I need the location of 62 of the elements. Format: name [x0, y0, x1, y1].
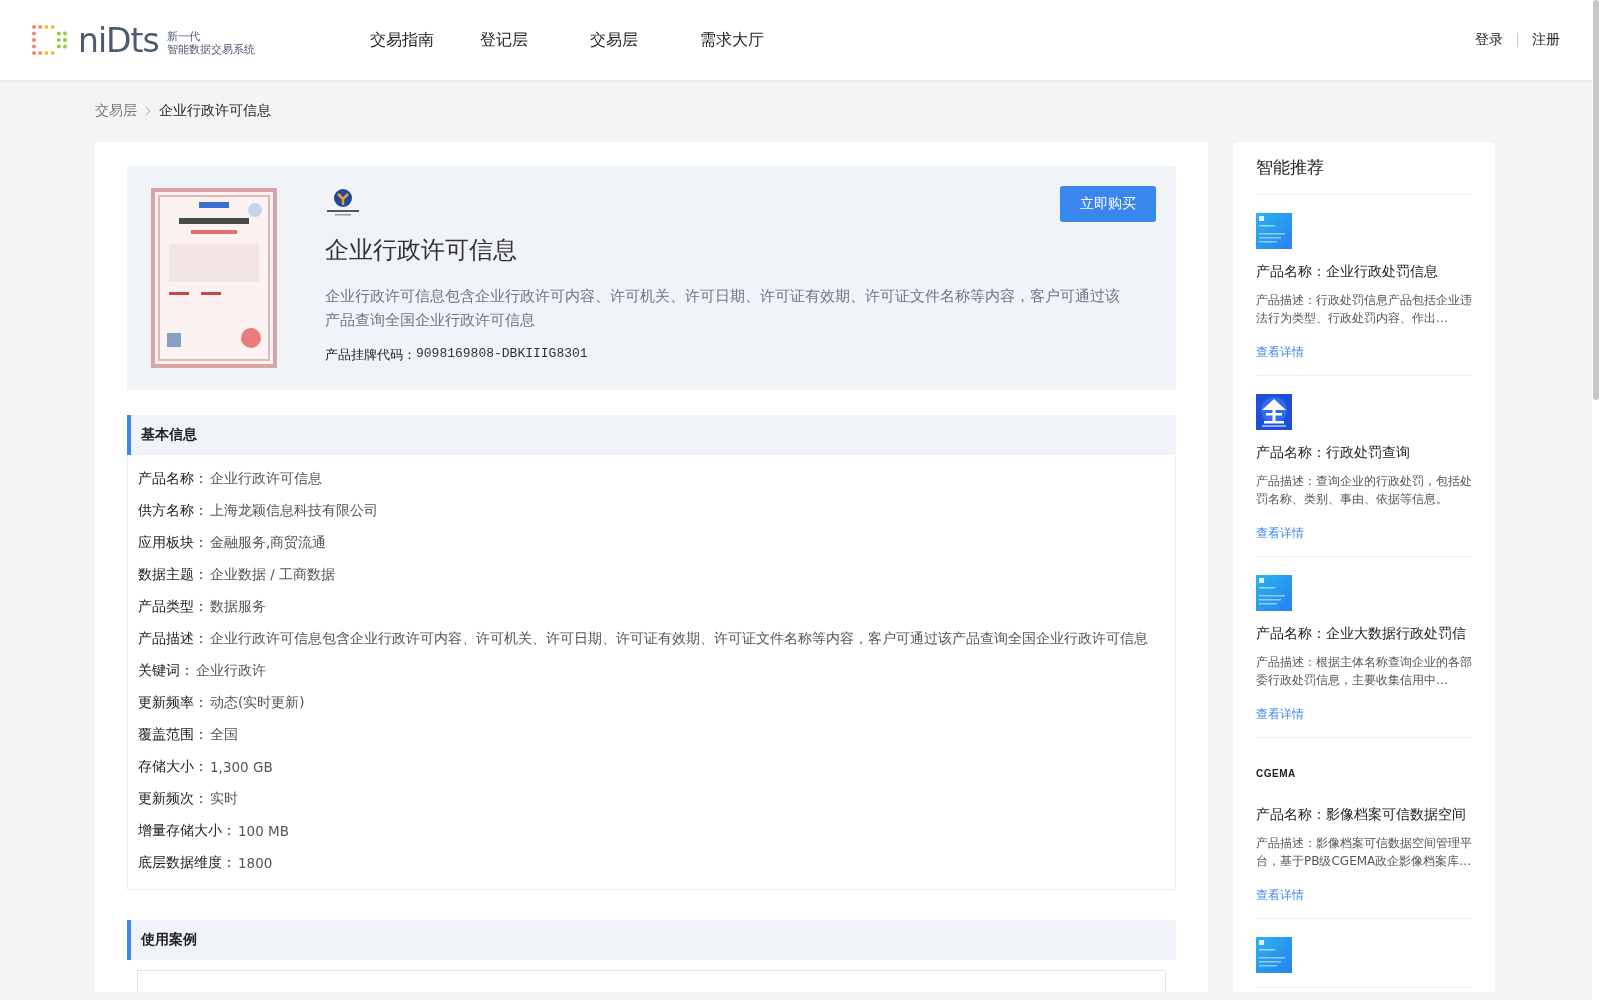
nav-link[interactable]: 登记层 — [480, 29, 590, 51]
code-value: 9098169808-DBKIIIG8301 — [416, 346, 588, 363]
field-label: 更新频次： — [138, 790, 208, 808]
field-value: 企业行政许 — [196, 662, 266, 680]
scrollbar-thumb[interactable] — [1593, 0, 1599, 400]
section-title: 使用案例 — [141, 931, 197, 949]
company-logo-icon — [325, 188, 361, 216]
details-link[interactable]: 查看详情 — [1256, 345, 1304, 359]
details-link[interactable]: 查看详情 — [1256, 707, 1304, 721]
field-label: 底层数据维度： — [138, 854, 236, 872]
field-value: 企业数据 / 工商数据 — [210, 566, 336, 584]
field-label: 覆盖范围： — [138, 726, 208, 744]
field-value: 全国 — [210, 726, 238, 744]
nav-link[interactable]: 交易指南 — [370, 29, 480, 51]
field-label: 增量存储大小： — [138, 822, 236, 840]
product-name: 产品名称：影像档案可信数据空间 — [1256, 806, 1466, 824]
field-value: 企业行政许可信息 — [210, 470, 322, 488]
buy-button[interactable]: 立即购买 — [1060, 186, 1156, 222]
field-label: 关键词： — [138, 662, 194, 680]
nav-link[interactable]: 需求大厅 — [700, 29, 810, 51]
product-name: 产品名称：行政处罚查询 — [1256, 444, 1410, 462]
logo-tagline: 新一代 — [166, 30, 201, 43]
field-value: 上海龙颖信息科技有限公司 — [210, 502, 378, 520]
logo-wordmark: niDts — [78, 23, 159, 57]
field-label: 产品描述： — [138, 630, 208, 648]
field-label: 存储大小： — [138, 758, 208, 776]
product-title: 企业行政许可信息 — [325, 235, 518, 266]
product-summary: 产品描述：行政处罚信息产品包括企业违法行为类型、行政处罚内容、作出… — [1256, 292, 1472, 327]
field-label: 数据主题： — [138, 566, 208, 584]
product-summary: 产品描述：影像档案可信数据空间管理平台，基于PB级CGEMA政企影像档案库… — [1256, 835, 1472, 870]
field-label: 应用板块： — [138, 534, 208, 552]
field-value: 1,300 GB — [210, 759, 273, 775]
product-summary: 产品描述：根据主体名称查询企业的各部委行政处罚信息，主要收集信用中… — [1256, 654, 1472, 689]
field-value: 动态(实时更新) — [210, 694, 305, 712]
field-label: 更新频率： — [138, 694, 208, 712]
logo-tagline: 智能数据交易系统 — [166, 43, 255, 56]
breadcrumb-current: 企业行政许可信息 — [159, 102, 271, 120]
brand-logo: CGEMA — [1256, 768, 1296, 779]
code-label: 产品挂牌代码： — [325, 346, 416, 364]
field-label: 产品类型： — [138, 598, 208, 616]
field-value: 企业行政许可信息包含企业行政许可内容、许可机关、许可日期、许可证有效期、许可证文件名称等内容，客户可通过该产品查询全国企业行政许可信息 — [210, 630, 1148, 648]
logo-icon — [30, 23, 70, 57]
field-value: 实时 — [210, 790, 238, 808]
details-link[interactable]: 查看详情 — [1256, 888, 1304, 902]
product-name: 产品名称：企业行政处罚信息 — [1256, 263, 1438, 281]
login-link[interactable]: 登录 — [1475, 31, 1503, 49]
register-link[interactable]: 注册 — [1532, 31, 1560, 49]
product-name: 产品名称：企业大数据行政处罚信 — [1256, 625, 1466, 643]
nav-link[interactable]: 交易层 — [590, 29, 700, 51]
product-description: 企业行政许可信息包含企业行政许可内容、许可机关、许可日期、许可证有效期、许可证文件名称等内容，客户可通过该产品查询全国企业行政许可信息 — [325, 286, 1121, 331]
chevron-icon — [145, 106, 151, 116]
field-value: 100 MB — [238, 823, 289, 839]
section-title: 基本信息 — [141, 426, 197, 444]
field-value: 数据服务 — [210, 598, 266, 616]
product-summary: 产品描述：查询企业的行政处罚，包括处罚名称、类别、事由、依据等信息。 — [1256, 473, 1472, 508]
field-value: 1800 — [238, 855, 273, 871]
field-value: 金融服务,商贸流通 — [210, 534, 327, 552]
panel-title: 智能推荐 — [1256, 157, 1324, 177]
field-label: 供方名称： — [138, 502, 208, 520]
field-label: 产品名称： — [138, 470, 208, 488]
details-link[interactable]: 查看详情 — [1256, 526, 1304, 540]
breadcrumb-link[interactable]: 交易层 — [95, 102, 137, 120]
